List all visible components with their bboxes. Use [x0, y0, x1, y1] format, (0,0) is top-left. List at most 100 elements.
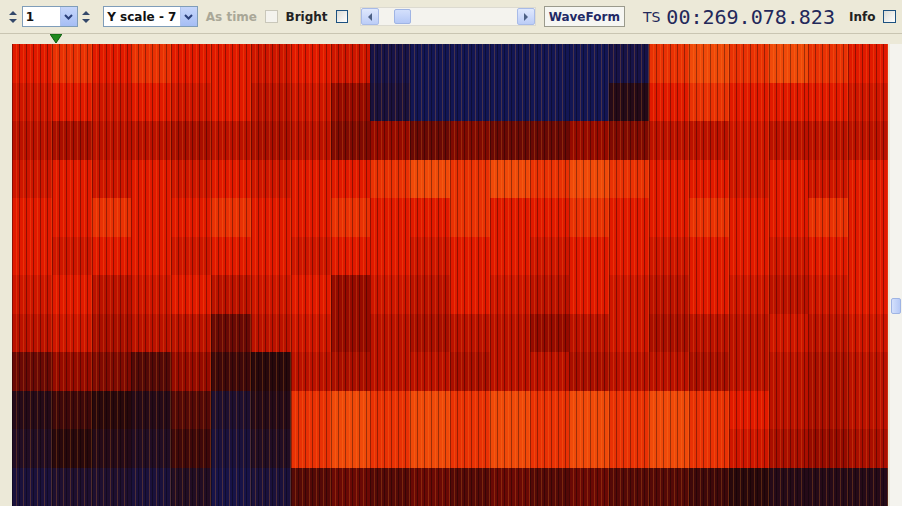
channel-spinner[interactable]: [8, 10, 18, 24]
spectrogram-cell: [569, 352, 609, 391]
vertical-scrollbar[interactable]: [890, 44, 902, 506]
info-checkbox[interactable]: [883, 10, 896, 23]
up-arrow-icon[interactable]: [9, 10, 17, 16]
spectrogram-cell: [808, 83, 848, 122]
spectrogram-cell: [12, 198, 52, 237]
up-arrow-icon[interactable]: [82, 10, 90, 16]
spectrogram-cell: [649, 468, 689, 506]
spectrogram-cell: [370, 160, 410, 199]
dropdown-button[interactable]: [60, 7, 77, 26]
spectrogram-cell: [171, 429, 211, 468]
spectrogram-cell: [769, 391, 809, 430]
spectrogram-cell: [331, 160, 371, 199]
spectrogram-cell: [211, 429, 251, 468]
toolbar: 1 Y scale - 7 As time Bright WaveForm TS…: [0, 0, 902, 34]
spectrogram-cell: [131, 121, 171, 160]
spectrogram-cell: [569, 314, 609, 353]
spectrogram-cell: [370, 121, 410, 160]
spectrogram-cell: [370, 468, 410, 506]
spectrogram-cell: [52, 352, 92, 391]
channel-value: 1: [23, 10, 60, 24]
spectrogram-cell: [530, 275, 570, 314]
spectrogram-cell: [92, 121, 132, 160]
spectrogram-cell: [211, 44, 251, 83]
spectrogram-cell: [331, 237, 371, 276]
spectrogram-cell: [171, 160, 211, 199]
spectrogram-cell: [530, 391, 570, 430]
spectrogram-cell: [370, 391, 410, 430]
spectrogram-cell: [92, 44, 132, 83]
spectrogram-cell: [530, 352, 570, 391]
down-arrow-icon[interactable]: [82, 18, 90, 24]
spectrogram-cell: [331, 198, 371, 237]
spectrogram-cell: [131, 44, 171, 83]
as-time-checkbox[interactable]: [265, 10, 278, 23]
spectrogram-cell: [291, 314, 331, 353]
spectrogram-cell: [52, 44, 92, 83]
spectrogram-cell: [450, 198, 490, 237]
spectrogram-cell: [450, 121, 490, 160]
spectrogram-cell: [410, 44, 450, 83]
spectrogram-cell: [12, 314, 52, 353]
horizontal-scrollbar[interactable]: [360, 7, 535, 26]
spectrogram-cell: [211, 352, 251, 391]
vertical-scroll-thumb[interactable]: [891, 298, 901, 314]
chevron-down-icon: [184, 14, 193, 20]
spectrogram-cell: [171, 44, 211, 83]
spectrogram-cell: [92, 391, 132, 430]
scale-spinner[interactable]: [82, 10, 92, 24]
spectrogram-cell: [410, 468, 450, 506]
position-marker-icon[interactable]: [50, 34, 62, 43]
spectrogram-cell: [131, 314, 171, 353]
spectrogram-cell: [291, 83, 331, 122]
spectrogram-cell: [52, 314, 92, 353]
spectrogram[interactable]: [12, 44, 888, 506]
spectrogram-cell: [808, 429, 848, 468]
spectrogram-cell: [450, 160, 490, 199]
spectrogram-cell: [689, 314, 729, 353]
y-scale-select[interactable]: Y scale - 7: [103, 6, 198, 27]
spectrogram-cell: [490, 429, 530, 468]
spectrogram-cell: [92, 198, 132, 237]
spectrogram-cell: [530, 160, 570, 199]
scroll-left-button[interactable]: [361, 8, 379, 25]
spectrogram-cell: [689, 352, 729, 391]
marker-track[interactable]: [12, 34, 888, 44]
spectrogram-cell: [92, 83, 132, 122]
bright-checkbox[interactable]: [336, 10, 349, 23]
timestamp-label: TS: [643, 9, 660, 25]
spectrogram-cell: [808, 160, 848, 199]
spectrogram-cell: [569, 83, 609, 122]
spectrogram-cell: [251, 160, 291, 199]
spectrogram-cell: [52, 160, 92, 199]
spectrogram-cell: [609, 468, 649, 506]
spectrogram-cell: [370, 352, 410, 391]
spectrogram-cell: [569, 237, 609, 276]
bright-label: Bright: [286, 10, 328, 24]
spectrogram-cell: [12, 468, 52, 506]
arrow-right-icon: [523, 13, 529, 21]
waveform-button[interactable]: WaveForm: [544, 6, 625, 27]
scroll-track[interactable]: [379, 9, 516, 24]
spectrogram-cell: [569, 160, 609, 199]
spectrogram-cell: [649, 44, 689, 83]
down-arrow-icon[interactable]: [9, 18, 17, 24]
spectrogram-cell: [729, 352, 769, 391]
spectrogram-cell: [808, 121, 848, 160]
spectrogram-cell: [689, 198, 729, 237]
scroll-right-button[interactable]: [517, 8, 535, 25]
dropdown-button[interactable]: [180, 7, 197, 26]
spectrogram-cell: [649, 83, 689, 122]
spectrogram-cell: [12, 391, 52, 430]
scroll-thumb[interactable]: [394, 9, 411, 24]
spectrogram-cell: [689, 275, 729, 314]
spectrogram-cell: [689, 83, 729, 122]
spectrogram-cell: [689, 121, 729, 160]
spectrogram-cell: [769, 352, 809, 391]
channel-select[interactable]: 1: [22, 6, 78, 27]
spectrogram-cell: [729, 314, 769, 353]
spectrogram-cell: [729, 160, 769, 199]
spectrogram-cell: [12, 352, 52, 391]
spectrogram-cell: [609, 391, 649, 430]
spectrogram-cell: [569, 275, 609, 314]
